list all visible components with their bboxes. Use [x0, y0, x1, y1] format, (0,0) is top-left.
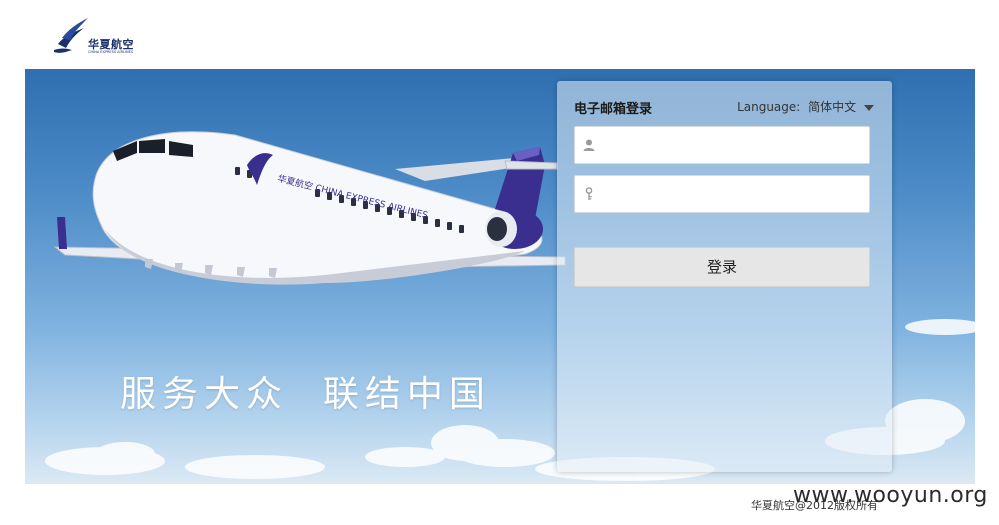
- hero-slogan: 服务大众 联结中国: [120, 374, 491, 415]
- key-icon: [585, 187, 593, 200]
- watermark-text: www.wooyun.org: [793, 483, 988, 508]
- language-selector[interactable]: Language: 简体中文: [737, 98, 874, 115]
- brand-logo[interactable]: 华夏航空 CHINA EXPRESS AIRLINES: [50, 14, 150, 58]
- email-field[interactable]: [574, 126, 870, 164]
- language-label: Language:: [737, 100, 801, 114]
- language-value: 简体中文: [808, 100, 857, 114]
- bird-logo-icon: [54, 18, 88, 53]
- email-input[interactable]: [603, 127, 865, 163]
- login-page: 华夏航空 CHINA EXPRESS AIRLINES 华夏航空 CHINA E…: [0, 0, 999, 525]
- password-field[interactable]: [574, 175, 870, 213]
- chevron-down-icon: [864, 104, 874, 111]
- password-input[interactable]: [603, 176, 865, 212]
- login-panel: 电子邮箱登录 Language: 简体中文 登录: [557, 81, 892, 472]
- user-icon: [583, 139, 595, 151]
- login-button[interactable]: 登录: [574, 247, 870, 287]
- logo-subtext: CHINA EXPRESS AIRLINES: [88, 50, 134, 54]
- login-title: 电子邮箱登录: [574, 102, 653, 117]
